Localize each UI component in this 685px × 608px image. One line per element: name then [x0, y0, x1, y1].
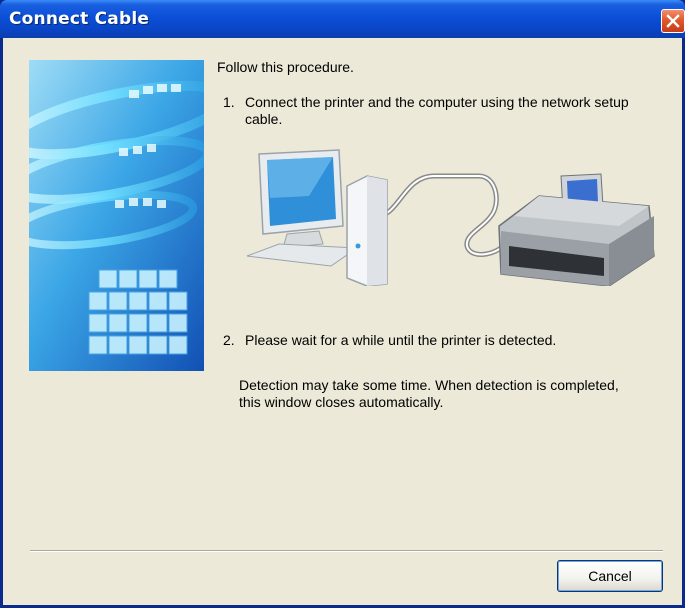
dialog-client-area: Follow this procedure. 1. Connect the pr…	[3, 38, 682, 605]
title-bar[interactable]: Connect Cable	[0, 0, 685, 38]
step1-number: 1.	[223, 94, 235, 110]
cancel-button[interactable]: Cancel	[557, 560, 663, 592]
intro-text: Follow this procedure.	[217, 59, 354, 75]
detection-note-line2: this window closes automatically.	[239, 394, 444, 410]
step1-text-line2: cable.	[245, 111, 283, 127]
connection-illustration	[246, 149, 655, 286]
window-title: Connect Cable	[9, 9, 150, 29]
desktop-computer-icon	[246, 149, 388, 286]
footer-divider	[30, 550, 663, 552]
step2-text: Please wait for a while until the printe…	[245, 332, 557, 348]
decorative-banner-image	[29, 60, 204, 371]
close-icon	[666, 14, 680, 28]
detection-note-line1: Detection may take some time. When detec…	[239, 377, 619, 393]
close-button[interactable]	[661, 9, 685, 33]
step2-number: 2.	[223, 332, 235, 348]
printer-icon	[498, 173, 655, 286]
dialog-window: Connect Cable Follow this procedure. 1. …	[0, 0, 685, 608]
network-cable-icon	[374, 173, 510, 257]
step1-text-line1: Connect the printer and the computer usi…	[245, 94, 629, 110]
